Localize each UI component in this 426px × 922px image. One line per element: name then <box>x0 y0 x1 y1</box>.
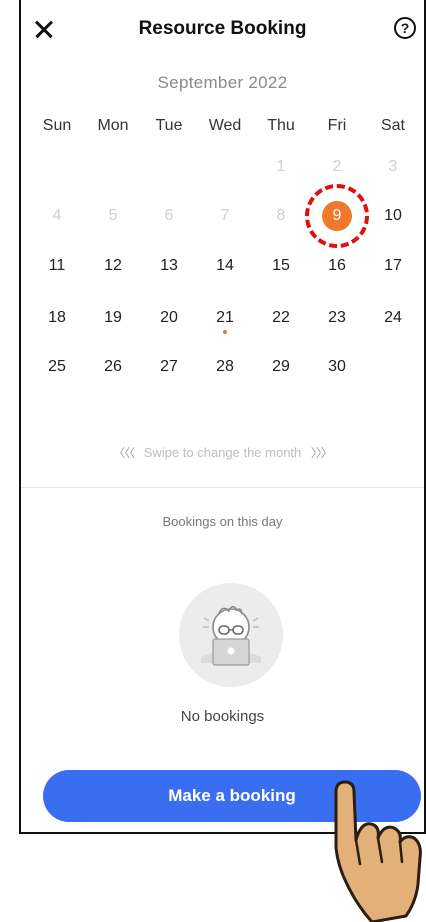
calendar-day-27[interactable]: 27 <box>141 358 197 376</box>
swipe-hint: 〈〈〈 Swipe to change the month 〉〉〉 <box>21 444 424 461</box>
calendar-week-1: 1 2 3 <box>29 158 421 176</box>
calendar-week-5: 25 26 27 28 29 30 <box>29 358 421 376</box>
calendar-day-3[interactable]: 3 <box>365 158 421 176</box>
calendar-day-10[interactable]: 10 <box>365 207 421 225</box>
chevrons-right-icon: 〉〉〉 <box>310 446 333 460</box>
empty-state-text: No bookings <box>180 708 265 725</box>
calendar-day-24[interactable]: 24 <box>365 309 421 327</box>
calendar-day-5[interactable]: 5 <box>85 207 141 225</box>
weekday-sun: Sun <box>42 117 72 134</box>
calendar-day-18[interactable]: 18 <box>29 309 85 327</box>
section-divider <box>21 487 424 488</box>
calendar-day-17[interactable]: 17 <box>365 257 421 275</box>
weekday-fri: Fri <box>327 117 347 134</box>
calendar-day-6[interactable]: 6 <box>141 207 197 225</box>
calendar-day-16[interactable]: 16 <box>309 257 365 275</box>
calendar-day-12[interactable]: 12 <box>85 257 141 275</box>
calendar-day-25[interactable]: 25 <box>29 358 85 376</box>
weekday-thu: Thu <box>267 117 295 134</box>
calendar-week-3: 11 12 13 14 15 16 17 <box>29 257 421 275</box>
bookings-section-label: Bookings on this day <box>162 514 283 529</box>
weekday-tue: Tue <box>155 117 183 134</box>
calendar-day-9-selected[interactable]: 9 <box>305 184 369 248</box>
calendar-day-7[interactable]: 7 <box>197 207 253 225</box>
calendar-day-29[interactable]: 29 <box>253 358 309 376</box>
calendar-day-4[interactable]: 4 <box>29 207 85 225</box>
calendar-week-2: 4 5 6 7 8 9 10 <box>29 184 421 248</box>
weekday-wed: Wed <box>208 117 242 134</box>
calendar-day-19[interactable]: 19 <box>85 309 141 327</box>
weekday-sat: Sat <box>380 117 405 134</box>
swipe-hint-text: Swipe to change the month <box>143 445 302 460</box>
calendar-week-4: 18 19 20 21 22 23 24 <box>29 309 421 334</box>
calendar-day-28[interactable]: 28 <box>197 358 253 376</box>
calendar-day-23[interactable]: 23 <box>309 309 365 327</box>
chevrons-left-icon: 〈〈〈 <box>113 446 135 460</box>
help-icon[interactable]: ? <box>394 17 416 39</box>
calendar-day-11[interactable]: 11 <box>29 257 85 275</box>
weekday-header: Sun Mon Tue Wed Thu Fri Sat <box>29 117 421 135</box>
page-title: Resource Booking <box>138 18 307 39</box>
calendar-day-empty <box>85 158 141 176</box>
calendar-day-13[interactable]: 13 <box>141 257 197 275</box>
calendar-day-empty <box>141 158 197 176</box>
calendar-day-9-label: 9 <box>332 207 342 224</box>
calendar-day-21-label: 21 <box>216 309 234 326</box>
calendar-day-empty <box>197 158 253 176</box>
event-dot-icon <box>223 330 227 334</box>
app-screen: Resource Booking ? September 2022 Sun Mo… <box>19 0 426 834</box>
weekday-mon: Mon <box>97 117 129 134</box>
pointing-hand-icon <box>334 780 422 922</box>
person-with-laptop-illustration <box>179 583 283 687</box>
month-label: September 2022 <box>157 73 288 92</box>
calendar-day-15[interactable]: 15 <box>253 257 309 275</box>
calendar-day-1[interactable]: 1 <box>253 158 309 176</box>
calendar-day-20[interactable]: 20 <box>141 309 197 327</box>
calendar-day-2[interactable]: 2 <box>309 158 365 176</box>
calendar-day-empty <box>29 158 85 176</box>
calendar-day-22[interactable]: 22 <box>253 309 309 327</box>
calendar-day-8[interactable]: 8 <box>253 207 309 225</box>
header: Resource Booking ? <box>21 0 424 58</box>
calendar-day-14[interactable]: 14 <box>197 257 253 275</box>
calendar-day-26[interactable]: 26 <box>85 358 141 376</box>
calendar-day-21[interactable]: 21 <box>197 309 253 334</box>
calendar-day-30[interactable]: 30 <box>309 358 365 376</box>
calendar-day-empty <box>365 358 421 376</box>
